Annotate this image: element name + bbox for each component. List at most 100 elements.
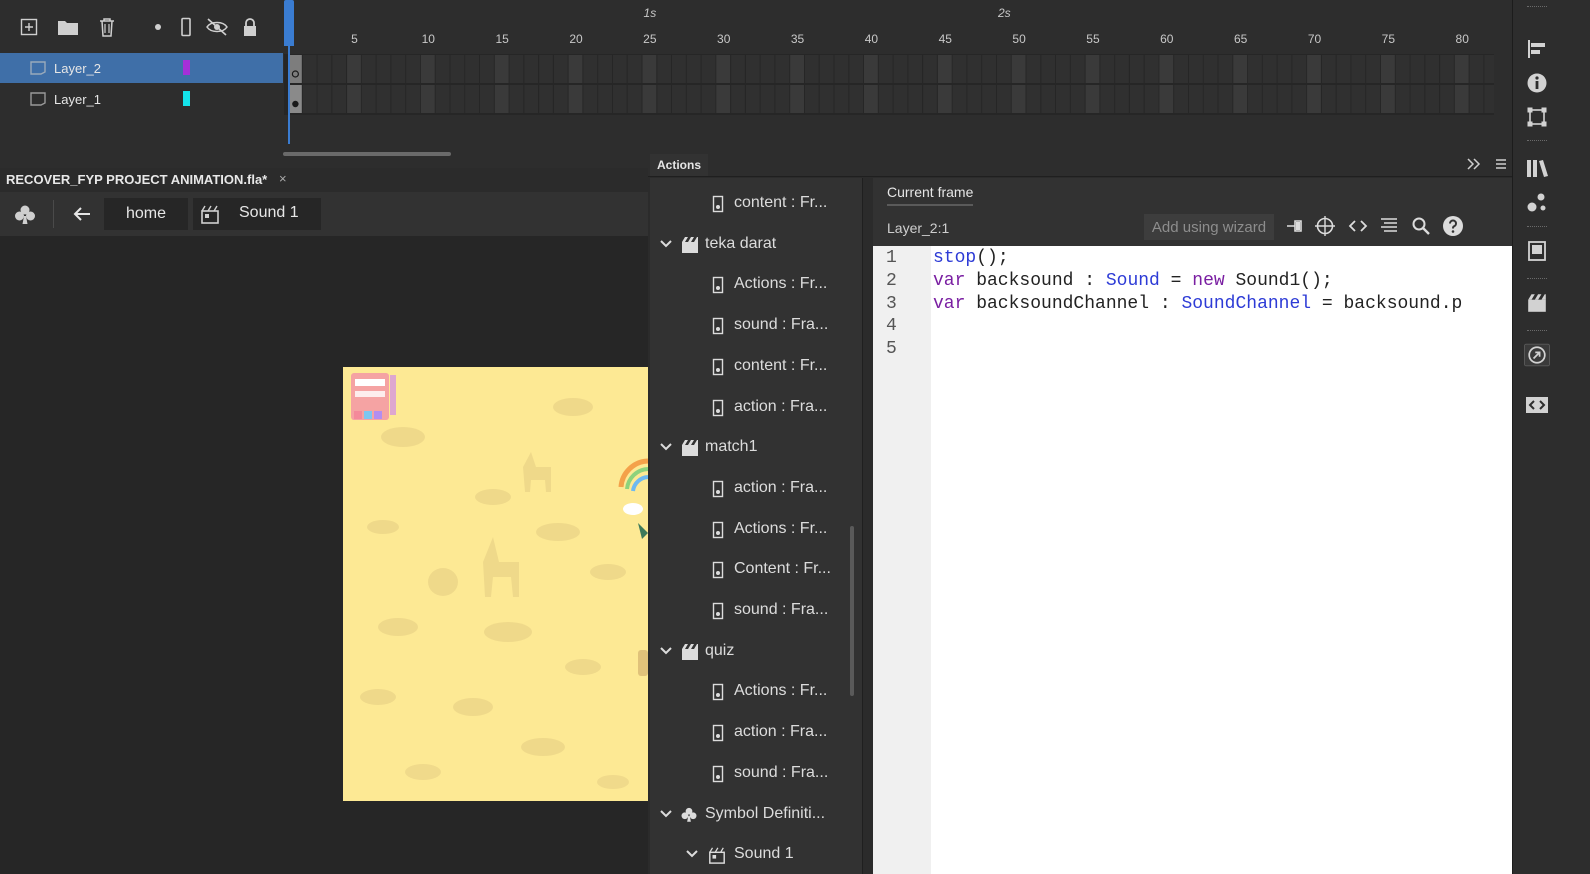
frame-cell[interactable]: [465, 55, 479, 83]
frame-cell[interactable]: [435, 55, 450, 83]
frame-cell[interactable]: [1307, 55, 1321, 83]
frame-cell[interactable]: [627, 55, 642, 83]
breadcrumb-symbol[interactable]: Sound 1: [193, 198, 321, 230]
tree-item-frame[interactable]: sound : Fra...: [652, 316, 848, 336]
frame-cell[interactable]: [923, 85, 937, 113]
frame-cell[interactable]: [937, 85, 952, 113]
frame-cell[interactable]: [1174, 55, 1188, 83]
frame-cell[interactable]: [391, 55, 406, 83]
frame-cell[interactable]: [804, 55, 819, 83]
code-snippet-icon[interactable]: [1346, 214, 1370, 238]
frame-cell[interactable]: [657, 55, 672, 83]
frame-cell[interactable]: [317, 85, 332, 113]
frame-cell[interactable]: [524, 55, 539, 83]
frame-cell[interactable]: [1248, 85, 1262, 113]
tree-item-frame[interactable]: Actions : Fr...: [652, 682, 848, 702]
frame-cell[interactable]: [391, 85, 406, 113]
frame-cell[interactable]: [1307, 85, 1321, 113]
frame-cell[interactable]: [1174, 85, 1188, 113]
frame-cell[interactable]: [760, 55, 775, 83]
frame-cell[interactable]: [480, 85, 494, 113]
breadcrumb-home[interactable]: home: [104, 198, 188, 230]
frame-cell[interactable]: [1189, 55, 1203, 83]
frame-cell[interactable]: [1336, 55, 1351, 83]
frame-cell[interactable]: [804, 85, 819, 113]
frame-cell[interactable]: [893, 85, 908, 113]
frame-cell[interactable]: [1056, 55, 1070, 83]
frame-cell[interactable]: [1070, 55, 1085, 83]
frame-cell[interactable]: [982, 55, 996, 83]
frame-cell[interactable]: [834, 55, 849, 83]
tab-actions[interactable]: Actions: [650, 154, 708, 176]
frame-cell[interactable]: [1425, 55, 1440, 83]
frame-cell[interactable]: [1454, 85, 1469, 113]
frame-cell[interactable]: [1277, 85, 1292, 113]
frame-cell[interactable]: [332, 55, 347, 83]
club-icon[interactable]: [13, 203, 37, 227]
chevron-down-icon[interactable]: [660, 809, 672, 819]
frame-cell[interactable]: [731, 85, 745, 113]
lock-icon[interactable]: [237, 14, 263, 40]
frame-cell[interactable]: [1159, 55, 1174, 83]
frame-cell[interactable]: [1041, 85, 1056, 113]
frame-cell[interactable]: [1203, 85, 1218, 113]
timeline-ruler[interactable]: 5 10 15 20 25 30 35 40 45 50 55 60 65 70 75 80 1s 2s: [284, 0, 1494, 55]
code-snippets-icon[interactable]: [1524, 392, 1550, 418]
frame-cell[interactable]: [627, 85, 642, 113]
frame-cell[interactable]: [1233, 55, 1248, 83]
layer-color-swatch[interactable]: [183, 60, 190, 75]
frame-cell[interactable]: [760, 85, 775, 113]
frame-cell[interactable]: [1026, 85, 1041, 113]
frame-cell[interactable]: [480, 55, 494, 83]
pin-icon[interactable]: [1283, 214, 1307, 238]
align-icon[interactable]: [1524, 36, 1550, 62]
frame-cell[interactable]: [1129, 85, 1144, 113]
frame-cell[interactable]: [1454, 55, 1469, 83]
dot-icon[interactable]: [145, 14, 171, 40]
frame-cell[interactable]: [1381, 55, 1395, 83]
frame-cell[interactable]: [952, 55, 967, 83]
code-line[interactable]: var backsound : Sound = new Sound1();: [933, 271, 1512, 291]
frame-picker-icon[interactable]: [1524, 238, 1550, 264]
frame-cell[interactable]: [1321, 85, 1336, 113]
chevron-down-icon[interactable]: [686, 849, 698, 859]
frame-cell[interactable]: [745, 85, 760, 113]
frame-cell[interactable]: [1233, 85, 1248, 113]
delete-icon[interactable]: [94, 14, 120, 40]
frame-cell[interactable]: [864, 55, 878, 83]
frame-cell[interactable]: [568, 85, 583, 113]
components-icon[interactable]: [1524, 190, 1550, 216]
frame-cell[interactable]: [420, 85, 435, 113]
hide-icon[interactable]: [204, 14, 230, 40]
frame-cell[interactable]: [1366, 55, 1380, 83]
frame-cell[interactable]: [1351, 55, 1366, 83]
tree-item-symbol[interactable]: Sound 1: [652, 845, 848, 865]
frame-cell[interactable]: [1056, 85, 1070, 113]
frame-cell[interactable]: [539, 85, 553, 113]
code-line[interactable]: var backsoundChannel : SoundChannel = ba…: [933, 294, 1512, 314]
new-folder-icon[interactable]: [55, 14, 81, 40]
frame-cell[interactable]: [1469, 85, 1484, 113]
frame-cell[interactable]: [819, 85, 834, 113]
frame-cell[interactable]: [539, 55, 553, 83]
frame-cell[interactable]: [1189, 85, 1203, 113]
keyframe-cell[interactable]: [288, 55, 302, 83]
dock-grip[interactable]: [1527, 330, 1547, 333]
frame-cell[interactable]: [302, 85, 317, 113]
frame-cell[interactable]: [406, 85, 420, 113]
tree-item-frame[interactable]: sound : Fra...: [652, 764, 848, 784]
frame-cell[interactable]: [642, 85, 657, 113]
frame-cell[interactable]: [878, 85, 893, 113]
frame-cell[interactable]: [1469, 55, 1484, 83]
frame-cell[interactable]: [1085, 85, 1100, 113]
tree-item-scene[interactable]: teka darat: [652, 235, 848, 255]
stage-canvas[interactable]: [343, 367, 648, 801]
frame-cell[interactable]: [420, 55, 435, 83]
frame-cell[interactable]: [361, 85, 376, 113]
scene-icon[interactable]: [1524, 290, 1550, 316]
frame-cell[interactable]: [731, 55, 745, 83]
frame-cell[interactable]: [716, 55, 731, 83]
frame-cell[interactable]: [1440, 55, 1454, 83]
frame-cell[interactable]: [1011, 85, 1026, 113]
frame-cell[interactable]: [790, 85, 804, 113]
